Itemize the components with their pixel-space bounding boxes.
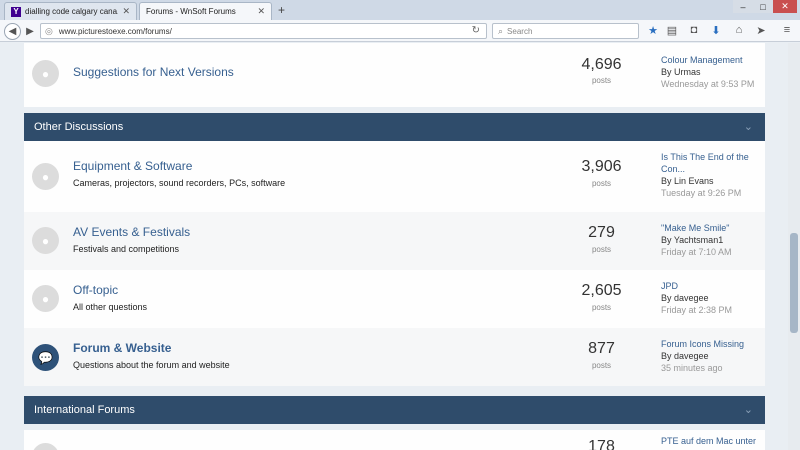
- category-header-international-forums[interactable]: International Forums ⌄: [24, 396, 765, 424]
- post-count: 877: [588, 340, 615, 357]
- last-post: Forum Icons Missing By davegee 35 minute…: [661, 338, 761, 374]
- last-post: Colour Management By Urmas Wednesday at …: [661, 54, 761, 90]
- back-arrow-icon[interactable]: ◀: [4, 23, 21, 40]
- forum-row-av-events: ● AV Events & Festivals Festivals and co…: [24, 212, 765, 270]
- tab-label: dialling code calgary cana...: [25, 7, 119, 16]
- post-count-label: posts: [591, 361, 612, 370]
- close-tab-icon[interactable]: ✕: [122, 6, 130, 17]
- post-count-label: posts: [591, 245, 612, 254]
- forum-read-icon: ●: [32, 163, 59, 190]
- tab-label: Forums - WnSoft Forums: [146, 7, 236, 16]
- forum-title-link[interactable]: Off-topic: [73, 283, 118, 297]
- bookmark-star-icon[interactable]: ★: [645, 24, 661, 37]
- forum-description: All other questions: [73, 302, 148, 312]
- tab-forums[interactable]: Forums - WnSoft Forums ✕: [139, 2, 272, 20]
- category-header-other-discussions[interactable]: Other Discussions ⌄: [24, 113, 765, 141]
- post-count-label: posts: [591, 76, 612, 85]
- pocket-icon[interactable]: ◘: [686, 24, 702, 36]
- forum-read-icon: ●: [32, 227, 59, 254]
- post-count-label: posts: [591, 303, 612, 312]
- forum-read-icon: ●: [32, 443, 59, 450]
- search-icon: ⌕: [498, 25, 504, 36]
- last-post-date: Wednesday at 9:53 PM: [661, 79, 755, 89]
- navigation-toolbar: ◀ ▶ ◎ www.picturestoexe.com/forums/ ↻ ⌕ …: [0, 20, 800, 42]
- category-title: Other Discussions: [34, 121, 124, 133]
- forum-read-icon: ●: [32, 60, 59, 87]
- forum-row-forum-website: 💬 Forum & Website Questions about the fo…: [24, 328, 765, 386]
- last-post-title-link[interactable]: Forum Icons Missing: [661, 338, 761, 350]
- last-post: JPD By davegee Friday at 2:38 PM: [661, 280, 761, 316]
- reload-icon[interactable]: ↻: [472, 25, 480, 36]
- search-placeholder: Search: [507, 26, 533, 36]
- last-post-date: Tuesday at 9:26 PM: [661, 188, 742, 198]
- last-post-author: By davegee: [661, 293, 709, 303]
- last-post-author: By Lin Evans: [661, 176, 714, 186]
- forum-description: Cameras, projectors, sound recorders, PC…: [73, 178, 286, 188]
- globe-icon: ◎: [45, 25, 53, 36]
- post-count: 178: [588, 438, 615, 450]
- last-post-title-link[interactable]: "Make Me Smile": [661, 222, 761, 234]
- tab-strip: Y dialling code calgary cana... ✕ Forums…: [0, 0, 800, 20]
- forum-row-suggestions: ● Suggestions for Next Versions 4,696 po…: [24, 43, 765, 107]
- forward-arrow-icon[interactable]: ▶: [23, 23, 37, 40]
- send-icon[interactable]: ➤: [753, 24, 769, 37]
- close-window-icon[interactable]: ✕: [773, 0, 797, 13]
- post-count: 3,906: [581, 158, 622, 175]
- close-tab-icon[interactable]: ✕: [257, 6, 265, 17]
- url-bar[interactable]: ◎ www.picturestoexe.com/forums/ ↻: [40, 23, 487, 39]
- scrollbar-thumb[interactable]: [790, 233, 798, 333]
- forum-title-link[interactable]: Suggestions for Next Versions: [73, 65, 234, 79]
- last-post-title-link[interactable]: Is This The End of the Con...: [661, 151, 761, 175]
- post-count: 4,696: [581, 56, 622, 73]
- last-post-title-link[interactable]: Colour Management: [661, 54, 761, 66]
- forum-description: Festivals and competitions: [73, 244, 180, 254]
- last-post-date: Friday at 7:10 AM: [661, 247, 732, 257]
- minimize-icon[interactable]: –: [733, 0, 753, 13]
- post-count-label: posts: [591, 179, 612, 188]
- forum-read-icon: ●: [32, 285, 59, 312]
- menu-icon[interactable]: ≡: [779, 24, 795, 36]
- forum-title-link[interactable]: Equipment & Software: [73, 159, 192, 173]
- new-tab-icon[interactable]: +: [278, 3, 285, 17]
- chevron-down-icon[interactable]: ⌄: [744, 120, 753, 133]
- last-post-author: By Yachtsman1: [661, 235, 724, 245]
- forum-list: ● Suggestions for Next Versions 4,696 po…: [24, 43, 765, 450]
- chevron-down-icon[interactable]: ⌄: [744, 403, 753, 416]
- tab-yahoo[interactable]: Y dialling code calgary cana... ✕: [4, 2, 137, 20]
- last-post-title-link[interactable]: PTE auf dem Mac unter: [661, 435, 761, 447]
- forum-title-link[interactable]: AV Events & Festivals: [73, 225, 190, 239]
- last-post: Is This The End of the Con... By Lin Eva…: [661, 151, 761, 199]
- forum-row-partial: ● 178 PTE auf dem Mac unter: [24, 430, 765, 450]
- forum-title-link[interactable]: Forum & Website: [73, 341, 171, 355]
- last-post-author: By Urmas: [661, 67, 701, 77]
- category-title: International Forums: [34, 404, 135, 416]
- download-icon[interactable]: ⬇: [708, 24, 724, 37]
- forum-description: Questions about the forum and website: [73, 360, 230, 370]
- last-post-author: By davegee: [661, 351, 709, 361]
- forum-unread-icon: 💬: [32, 344, 59, 371]
- last-post-title-link[interactable]: JPD: [661, 280, 761, 292]
- url-text: www.picturestoexe.com/forums/: [58, 26, 172, 36]
- home-icon[interactable]: ⌂: [731, 24, 747, 36]
- yahoo-favicon-icon: Y: [11, 6, 21, 17]
- bookmarks-list-icon[interactable]: ▤: [664, 24, 680, 37]
- search-input[interactable]: ⌕ Search: [492, 23, 639, 39]
- post-count: 2,605: [581, 282, 622, 299]
- forum-row-equipment: ● Equipment & Software Cameras, projecto…: [24, 141, 765, 212]
- post-count: 279: [588, 224, 615, 241]
- last-post: PTE auf dem Mac unter: [661, 435, 761, 447]
- last-post: "Make Me Smile" By Yachtsman1 Friday at …: [661, 222, 761, 258]
- forum-row-off-topic: ● Off-topic All other questions 2,605 po…: [24, 270, 765, 328]
- maximize-icon[interactable]: □: [753, 0, 773, 13]
- last-post-date: Friday at 2:38 PM: [661, 305, 733, 315]
- last-post-date: 35 minutes ago: [661, 363, 723, 373]
